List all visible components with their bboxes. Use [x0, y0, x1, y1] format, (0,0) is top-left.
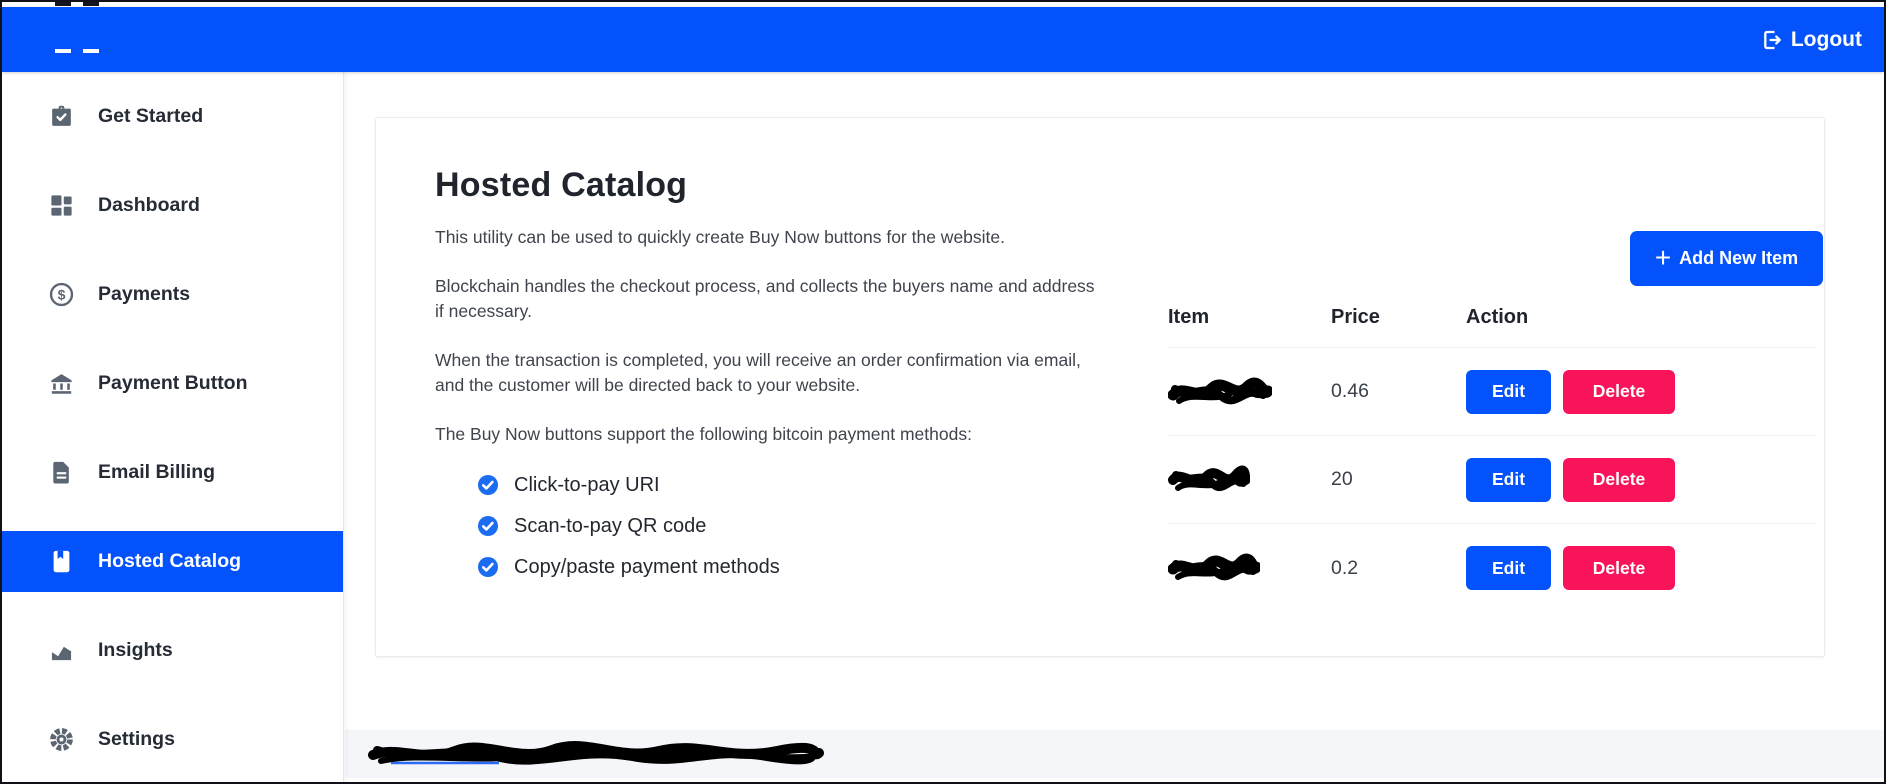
price-value: 20	[1331, 468, 1466, 491]
catalog-table-area: + Add New Item Item Price Action 0.46	[1168, 118, 1824, 656]
redacted-item-name	[1168, 376, 1331, 408]
logout-label: Logout	[1791, 28, 1862, 52]
sidebar: Get Started Dashboard $ Payments Payment…	[2, 72, 344, 782]
edit-button[interactable]: Edit	[1466, 370, 1551, 414]
sidebar-item-label: Dashboard	[98, 194, 200, 217]
edit-button[interactable]: Edit	[1466, 546, 1551, 590]
bank-icon	[48, 370, 75, 397]
sidebar-item-dashboard[interactable]: Dashboard	[2, 175, 343, 236]
payment-method-label: Copy/paste payment methods	[514, 556, 780, 579]
book-icon	[48, 548, 75, 575]
payment-methods-list: Click-to-pay URI Scan-to-pay QR code Cop…	[435, 473, 1107, 579]
sidebar-item-label: Payment Button	[98, 372, 248, 395]
row-actions: Edit Delete	[1466, 458, 1816, 502]
payment-method-label: Scan-to-pay QR code	[514, 515, 706, 538]
app-window: Logout Get Started Dashboard $ Payments …	[0, 0, 1886, 784]
table-row: 0.46 Edit Delete	[1168, 348, 1816, 436]
edit-button[interactable]: Edit	[1466, 458, 1551, 502]
sidebar-item-email-billing[interactable]: Email Billing	[2, 442, 343, 503]
column-header-action: Action	[1466, 306, 1816, 329]
top-navbar: Logout	[2, 7, 1884, 72]
sidebar-item-get-started[interactable]: Get Started	[2, 86, 343, 147]
confirmation-paragraph: When the transaction is completed, you w…	[435, 348, 1107, 398]
checkout-paragraph: Blockchain handles the checkout process,…	[435, 274, 1107, 324]
sidebar-item-label: Payments	[98, 283, 190, 306]
list-item: Copy/paste payment methods	[476, 555, 1107, 579]
delete-button[interactable]: Delete	[1563, 370, 1675, 414]
sidebar-item-insights[interactable]: Insights	[2, 620, 343, 681]
price-value: 0.46	[1331, 380, 1466, 403]
sidebar-item-label: Hosted Catalog	[98, 550, 241, 573]
check-circle-icon	[476, 473, 500, 497]
dollar-circle-icon: $	[48, 281, 75, 308]
sidebar-item-label: Settings	[98, 728, 175, 751]
plus-icon: +	[1655, 244, 1671, 272]
logout-icon	[1760, 28, 1784, 52]
row-actions: Edit Delete	[1466, 370, 1816, 414]
sidebar-item-payment-button[interactable]: Payment Button	[2, 353, 343, 414]
list-item: Scan-to-pay QR code	[476, 514, 1107, 538]
menu-icon-artifact-top	[55, 2, 99, 6]
redacted-item-name	[1168, 463, 1331, 497]
sidebar-item-hosted-catalog[interactable]: Hosted Catalog	[2, 531, 343, 592]
column-header-item: Item	[1168, 306, 1331, 329]
menu-icon-artifact	[55, 49, 99, 53]
logout-button[interactable]: Logout	[1760, 7, 1862, 72]
row-actions: Edit Delete	[1466, 546, 1816, 590]
add-new-item-button[interactable]: + Add New Item	[1630, 231, 1823, 286]
intro-paragraph: This utility can be used to quickly crea…	[435, 225, 1107, 250]
delete-button[interactable]: Delete	[1563, 458, 1675, 502]
footer	[345, 730, 1884, 778]
check-circle-icon	[476, 555, 500, 579]
column-header-price: Price	[1331, 306, 1466, 329]
delete-button[interactable]: Delete	[1563, 546, 1675, 590]
document-icon	[48, 459, 75, 486]
table-row: 20 Edit Delete	[1168, 436, 1816, 524]
svg-text:$: $	[58, 286, 66, 302]
sidebar-item-label: Insights	[98, 639, 173, 662]
list-item: Click-to-pay URI	[476, 473, 1107, 497]
briefcase-check-icon	[48, 103, 75, 130]
sidebar-item-label: Get Started	[98, 105, 203, 128]
check-circle-icon	[476, 514, 500, 538]
sidebar-item-label: Email Billing	[98, 461, 215, 484]
gear-icon	[48, 726, 75, 753]
price-value: 0.2	[1331, 557, 1466, 580]
redacted-item-name	[1168, 551, 1331, 585]
payment-method-label: Click-to-pay URI	[514, 474, 660, 497]
description-column: Hosted Catalog This utility can be used …	[435, 166, 1107, 596]
table-row: 0.2 Edit Delete	[1168, 524, 1816, 612]
table-header-row: Item Price Action	[1168, 288, 1816, 348]
table-body: 0.46 Edit Delete 20 Edit Dele	[1168, 348, 1816, 612]
grid-icon	[48, 192, 75, 219]
hosted-catalog-card: Hosted Catalog This utility can be used …	[375, 117, 1825, 657]
chart-icon	[48, 637, 75, 664]
methods-paragraph: The Buy Now buttons support the followin…	[435, 422, 1107, 447]
add-new-item-label: Add New Item	[1679, 248, 1798, 269]
main-content: Hosted Catalog This utility can be used …	[345, 72, 1884, 782]
sidebar-item-payments[interactable]: $ Payments	[2, 264, 343, 325]
page-title: Hosted Catalog	[435, 166, 1107, 205]
redacted-copyright-text	[367, 739, 825, 774]
sidebar-item-settings[interactable]: Settings	[2, 709, 343, 770]
